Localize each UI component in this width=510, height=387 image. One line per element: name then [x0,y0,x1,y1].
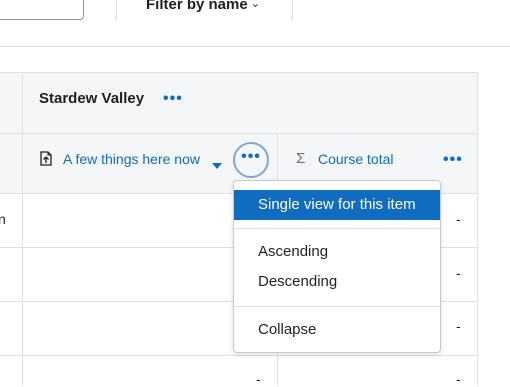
category-menu-button[interactable]: ••• [163,91,183,107]
grid-line [0,133,477,134]
search-input[interactable] [0,0,84,20]
divider [116,0,117,20]
filter-label: Filter by name [146,0,248,13]
grade-item-actions-menu: Single view for this item Ascending Desc… [233,180,441,353]
grid-line [477,72,478,386]
table-cell: - [256,371,261,387]
table-cell: - [456,371,461,387]
divider [0,46,510,47]
grade-item-actions-button[interactable]: ••• [233,142,269,178]
menu-item-single-view[interactable]: Single view for this item [234,190,440,220]
grid-line [22,72,23,386]
course-total-link[interactable]: Course total [318,151,393,167]
divider [292,0,293,20]
grid-line [0,72,477,73]
menu-item-descending[interactable]: Descending [234,267,440,297]
category-title: Stardew Valley [39,90,145,107]
sigma-icon: Σ [296,150,306,167]
sort-descending-icon[interactable] [212,163,222,169]
grade-item-icon [40,151,52,166]
table-cell: - [456,211,461,227]
course-total-actions-button[interactable]: ••• [443,152,463,168]
menu-item-collapse[interactable]: Collapse [234,315,440,345]
table-gutter [477,72,510,386]
table-cell: - [456,265,461,281]
table-cell: - [456,318,461,334]
table-cell: n [0,211,6,227]
grid-line [0,355,477,356]
grade-item-link[interactable]: A few things here now [63,151,200,167]
menu-divider [234,306,440,307]
chevron-down-icon: ⌄ [250,0,260,10]
filter-by-name-button[interactable]: Filter by name ⌄ [146,0,260,13]
menu-divider [234,228,440,229]
menu-item-ascending[interactable]: Ascending [234,237,440,267]
